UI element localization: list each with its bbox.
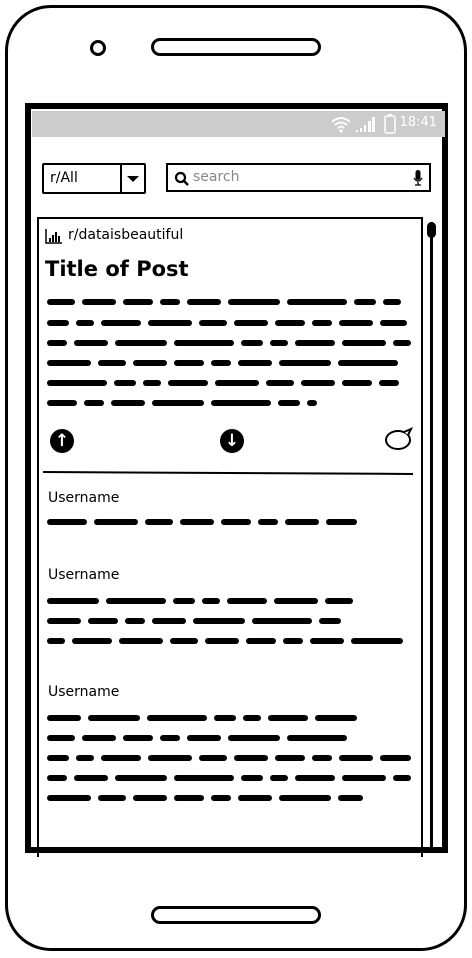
post-subreddit[interactable]: r/dataisbeautiful bbox=[68, 227, 183, 243]
scrollbar[interactable] bbox=[430, 222, 433, 852]
placeholder-text-line bbox=[47, 598, 357, 604]
search-placeholder: search bbox=[193, 169, 240, 185]
comment-username[interactable]: Username bbox=[48, 567, 119, 583]
comment-username[interactable]: Username bbox=[48, 684, 119, 700]
home-button[interactable] bbox=[151, 906, 321, 924]
wifi-icon bbox=[331, 117, 375, 133]
placeholder-text-line bbox=[47, 735, 357, 741]
placeholder-text-line bbox=[47, 775, 411, 781]
placeholder-text-line bbox=[47, 340, 411, 346]
post-card[interactable] bbox=[37, 217, 423, 857]
placeholder-text-line bbox=[47, 755, 411, 761]
post-title[interactable]: Title of Post bbox=[45, 257, 189, 281]
battery-icon bbox=[384, 114, 396, 134]
placeholder-text-line bbox=[47, 380, 411, 386]
status-bar: 18:41 bbox=[32, 111, 445, 137]
upvote-icon[interactable]: ↑ bbox=[50, 429, 74, 453]
subreddit-select-value: r/All bbox=[50, 170, 78, 186]
search-icon bbox=[174, 171, 189, 186]
comment-icon[interactable] bbox=[384, 427, 414, 453]
search-input[interactable]: search bbox=[166, 163, 431, 192]
subreddit-select[interactable]: r/All bbox=[42, 163, 146, 194]
placeholder-text-line bbox=[47, 299, 407, 305]
signal-icon bbox=[356, 117, 375, 132]
placeholder-text-line bbox=[47, 638, 411, 644]
placeholder-text-line bbox=[47, 715, 357, 721]
placeholder-text-line bbox=[47, 618, 357, 624]
speaker-grille bbox=[151, 38, 321, 56]
scrollbar-thumb[interactable] bbox=[427, 222, 436, 238]
placeholder-text-line bbox=[47, 320, 407, 326]
placeholder-text-line bbox=[47, 400, 317, 406]
bar-chart-icon bbox=[45, 229, 62, 244]
chevron-down-icon[interactable] bbox=[120, 165, 144, 192]
camera-icon bbox=[90, 40, 106, 56]
placeholder-text-line bbox=[47, 519, 357, 525]
downvote-icon[interactable]: ↓ bbox=[220, 429, 244, 453]
status-time: 18:41 bbox=[399, 115, 437, 130]
microphone-icon[interactable] bbox=[413, 170, 423, 187]
placeholder-text-line bbox=[47, 795, 363, 801]
comment-username[interactable]: Username bbox=[48, 490, 119, 506]
placeholder-text-line bbox=[47, 360, 411, 366]
